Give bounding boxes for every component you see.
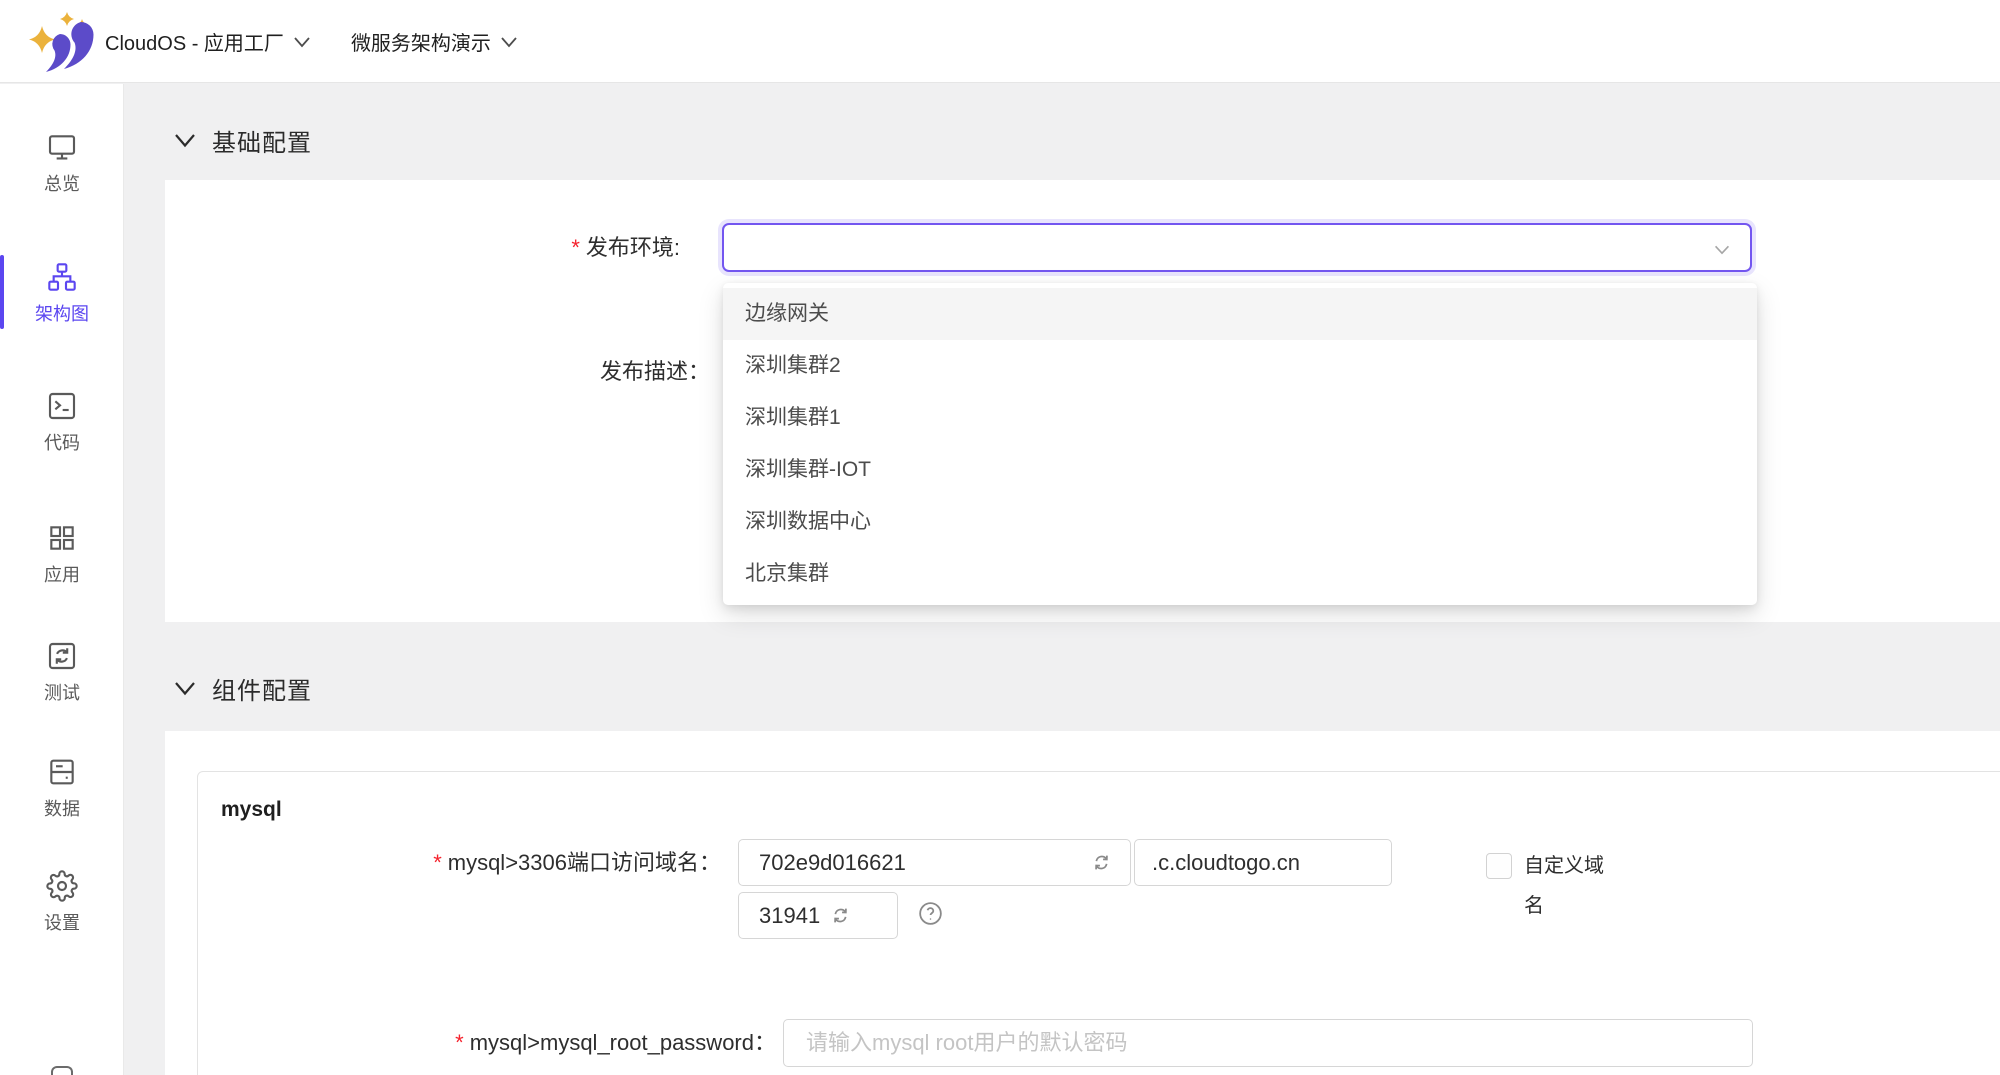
port-field[interactable]: 31941 bbox=[738, 892, 898, 939]
app-title[interactable]: 微服务架构演示 bbox=[351, 27, 491, 56]
domain-prefix-input[interactable] bbox=[739, 840, 1130, 885]
domain-label: *mysql>3306端口访问域名： bbox=[198, 839, 721, 886]
sidebar-item-label: 架构图 bbox=[0, 302, 124, 326]
env-option[interactable]: 边缘网关 bbox=[723, 288, 1757, 340]
required-mark: * bbox=[571, 235, 580, 260]
sitemap-icon bbox=[46, 261, 78, 293]
brand-title[interactable]: CloudOS - 应用工厂 bbox=[105, 27, 284, 56]
section-header-component[interactable]: 组件配置 bbox=[173, 668, 312, 708]
select-chevron-down-icon bbox=[1711, 239, 1733, 261]
monitor-icon bbox=[46, 131, 78, 163]
sidebar-item-label: 数据 bbox=[0, 797, 124, 821]
component-config-panel: mysql *mysql>3306端口访问域名： 自定义域名 31941 bbox=[165, 731, 2000, 1075]
sidebar-item-apps[interactable]: 应用 bbox=[0, 522, 124, 587]
password-input[interactable] bbox=[784, 1020, 1752, 1066]
sidebar-item-label: 代码 bbox=[0, 431, 124, 455]
collapse-chevron-icon bbox=[173, 132, 197, 149]
env-options-dropdown: 边缘网关 深圳集群2 深圳集群1 深圳集群-IOT 深圳数据中心 北京集群 bbox=[723, 283, 1757, 605]
collapse-chevron-icon bbox=[173, 680, 197, 697]
domain-suffix-input[interactable] bbox=[1135, 840, 1391, 885]
env-option[interactable]: 深圳集群2 bbox=[723, 340, 1757, 392]
sidebar-item-code[interactable]: 代码 bbox=[0, 390, 124, 455]
server-icon bbox=[46, 756, 78, 788]
required-mark: * bbox=[455, 1030, 464, 1055]
sidebar-item-test[interactable]: 测试 bbox=[0, 640, 124, 705]
domain-suffix-field bbox=[1134, 839, 1392, 886]
sidebar-item-label: 应用 bbox=[0, 563, 124, 587]
sidebar-item-partial-icon[interactable] bbox=[51, 1066, 73, 1075]
sidebar-nav: 总览 架构图 代码 应用 bbox=[0, 84, 124, 1075]
sidebar-item-label: 测试 bbox=[0, 681, 124, 705]
terminal-icon bbox=[46, 390, 78, 422]
section-header-basic[interactable]: 基础配置 bbox=[173, 120, 312, 160]
app-screen: CloudOS - 应用工厂 微服务架构演示 总览 架构图 bbox=[0, 0, 2000, 1075]
env-option[interactable]: 北京集群 bbox=[723, 548, 1757, 600]
desc-label: 发布描述： bbox=[165, 356, 710, 388]
section-title: 基础配置 bbox=[212, 123, 312, 158]
sync-icon bbox=[46, 640, 78, 672]
sidebar-item-architecture[interactable]: 架构图 bbox=[0, 261, 124, 326]
sidebar-item-label: 设置 bbox=[0, 911, 124, 935]
sidebar-item-data[interactable]: 数据 bbox=[0, 756, 124, 821]
active-indicator bbox=[0, 255, 4, 329]
app-chevron-down-icon[interactable] bbox=[500, 36, 518, 49]
custom-domain-checkbox[interactable] bbox=[1486, 853, 1512, 879]
custom-domain-label[interactable]: 自定义域名 bbox=[1524, 846, 1616, 926]
env-option[interactable]: 深圳数据中心 bbox=[723, 496, 1757, 548]
env-option[interactable]: 深圳集群1 bbox=[723, 392, 1757, 444]
refresh-icon[interactable] bbox=[1089, 850, 1114, 875]
sidebar-item-settings[interactable]: 设置 bbox=[0, 870, 124, 935]
sidebar-item-overview[interactable]: 总览 bbox=[0, 131, 124, 196]
brand-chevron-down-icon[interactable] bbox=[293, 36, 311, 49]
env-select[interactable] bbox=[722, 223, 1752, 272]
port-value: 31941 bbox=[759, 903, 820, 929]
env-label: *发布环境: bbox=[165, 223, 680, 272]
component-title: mysql bbox=[221, 798, 282, 822]
mysql-component-card: mysql *mysql>3306端口访问域名： 自定义域名 31941 bbox=[197, 771, 2000, 1075]
section-title: 组件配置 bbox=[212, 671, 312, 706]
password-label: *mysql>mysql_root_password： bbox=[198, 1019, 776, 1067]
sidebar-item-label: 总览 bbox=[0, 172, 124, 196]
basic-config-panel: *发布环境: 发布描述： 边缘网关 深圳集群2 深圳集群1 深圳集群-IOT 深… bbox=[165, 180, 2000, 622]
env-option[interactable]: 深圳集群-IOT bbox=[723, 444, 1757, 496]
help-question-icon[interactable] bbox=[917, 900, 944, 927]
domain-prefix-field bbox=[738, 839, 1131, 886]
required-mark: * bbox=[433, 850, 442, 875]
password-field bbox=[783, 1019, 1753, 1067]
cloudos-logo-icon bbox=[24, 10, 102, 72]
gear-icon bbox=[46, 870, 78, 902]
apps-icon bbox=[46, 522, 78, 554]
refresh-icon[interactable] bbox=[828, 903, 853, 928]
top-header: CloudOS - 应用工厂 微服务架构演示 bbox=[0, 0, 2000, 83]
